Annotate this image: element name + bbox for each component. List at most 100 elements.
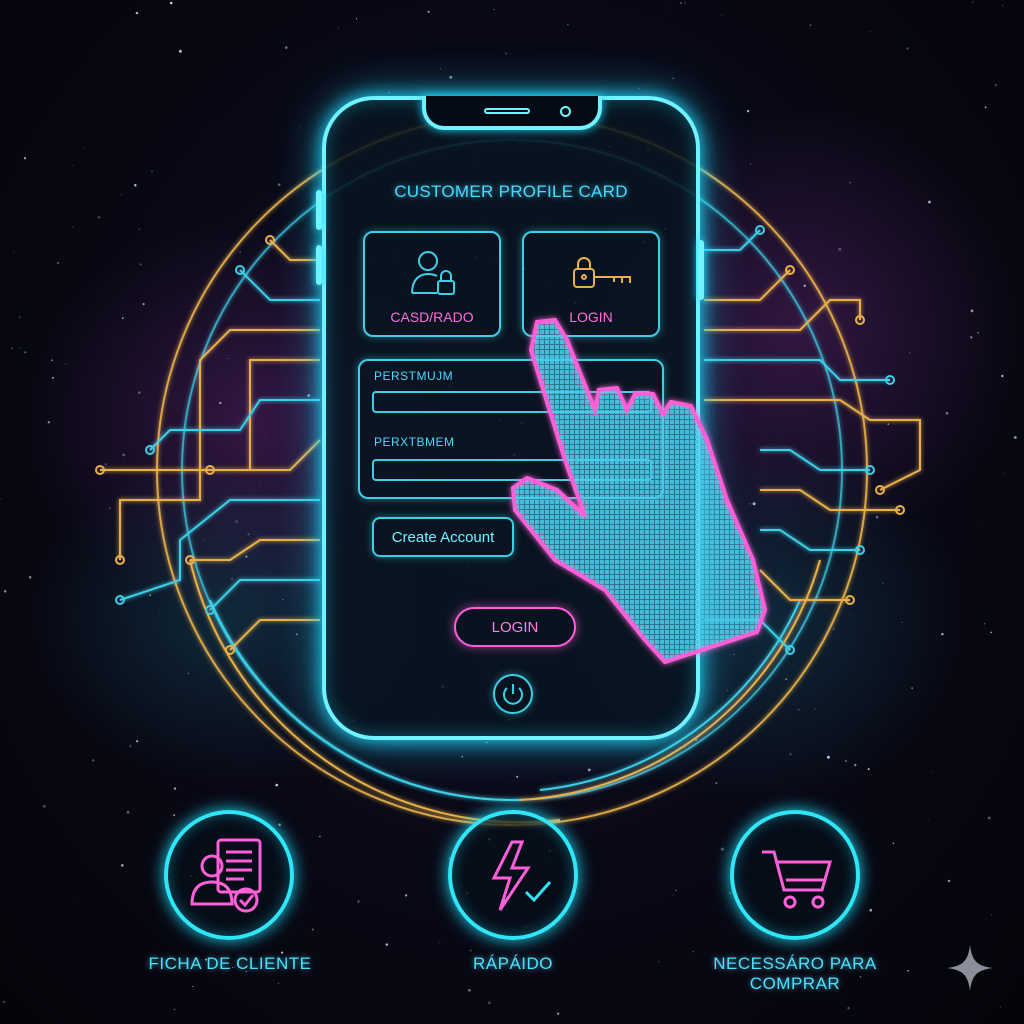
star xyxy=(404,894,408,897)
star xyxy=(720,14,722,16)
star xyxy=(23,157,27,160)
star xyxy=(928,200,931,204)
star xyxy=(901,131,903,133)
star xyxy=(136,740,139,743)
star xyxy=(121,317,124,319)
star xyxy=(727,689,728,691)
star xyxy=(995,291,997,293)
star xyxy=(658,961,660,963)
star xyxy=(720,847,724,851)
star xyxy=(994,83,998,87)
key-lock-icon xyxy=(573,257,631,288)
star xyxy=(277,982,280,985)
star xyxy=(77,111,79,113)
star xyxy=(675,889,677,892)
star xyxy=(461,755,463,758)
star xyxy=(24,351,27,354)
star xyxy=(1013,435,1017,439)
star xyxy=(92,759,95,762)
pointing-hand-icon xyxy=(510,317,768,665)
star xyxy=(847,1006,850,1010)
star xyxy=(729,892,732,894)
star xyxy=(997,181,999,183)
star xyxy=(301,1022,302,1023)
star xyxy=(285,46,288,49)
star xyxy=(999,1006,1002,1008)
star xyxy=(275,783,279,787)
star xyxy=(10,347,14,350)
star xyxy=(42,804,46,808)
star xyxy=(97,216,101,219)
star xyxy=(930,770,932,772)
star xyxy=(295,633,298,636)
feature-cart xyxy=(730,810,860,940)
star xyxy=(638,87,640,90)
star xyxy=(486,741,488,744)
phone-side-button xyxy=(698,240,704,300)
star xyxy=(849,181,851,184)
star xyxy=(319,835,321,838)
star xyxy=(13,250,15,252)
star xyxy=(253,494,255,495)
star xyxy=(120,193,123,196)
star xyxy=(692,951,694,953)
feature-label-customer-file: FICHA DE CLIENTE xyxy=(148,954,312,973)
star xyxy=(972,1,974,3)
star xyxy=(827,755,830,759)
star xyxy=(427,10,430,13)
star xyxy=(142,303,145,306)
star xyxy=(882,582,884,584)
star xyxy=(138,391,141,394)
star xyxy=(219,401,222,405)
star xyxy=(982,526,983,528)
phone-notch xyxy=(422,96,602,130)
star xyxy=(1002,4,1003,6)
star xyxy=(311,928,314,931)
star xyxy=(239,251,241,253)
page-title: CUSTOMER PROFILE CARD xyxy=(394,182,628,201)
star xyxy=(915,581,916,583)
star xyxy=(71,164,73,166)
star xyxy=(1004,472,1006,474)
star xyxy=(468,988,471,992)
star xyxy=(51,359,53,361)
star xyxy=(121,864,124,867)
star xyxy=(52,377,54,379)
star xyxy=(684,2,686,4)
star xyxy=(970,336,973,339)
star xyxy=(187,672,189,674)
star xyxy=(282,599,284,600)
star xyxy=(838,247,842,251)
create-account-button[interactable]: Create Account xyxy=(372,517,514,557)
power-button[interactable] xyxy=(493,674,533,714)
star xyxy=(307,394,311,397)
star xyxy=(785,678,788,681)
star xyxy=(672,894,674,896)
star xyxy=(487,1001,491,1005)
star xyxy=(972,773,974,775)
lightning-check-icon xyxy=(491,840,552,911)
star xyxy=(83,146,85,148)
star xyxy=(385,943,388,946)
star xyxy=(715,782,718,784)
star xyxy=(18,316,21,319)
star xyxy=(669,7,671,9)
field-label-1: PERSTMUJM xyxy=(374,369,454,383)
star xyxy=(57,262,59,264)
star xyxy=(247,533,250,536)
star xyxy=(122,453,126,457)
customer-file-icon xyxy=(190,838,262,913)
star xyxy=(357,900,360,903)
star xyxy=(439,68,441,70)
star xyxy=(245,555,248,558)
star xyxy=(355,18,358,20)
star xyxy=(587,768,591,772)
star xyxy=(854,763,857,767)
star xyxy=(78,901,80,903)
tile-cadastrado[interactable]: CASD/RADO xyxy=(363,231,501,337)
star xyxy=(228,358,230,360)
star xyxy=(887,423,890,425)
feature-label-fast: RÁPÁIDO xyxy=(472,954,554,973)
phone-side-button xyxy=(316,245,322,285)
star xyxy=(65,363,67,365)
